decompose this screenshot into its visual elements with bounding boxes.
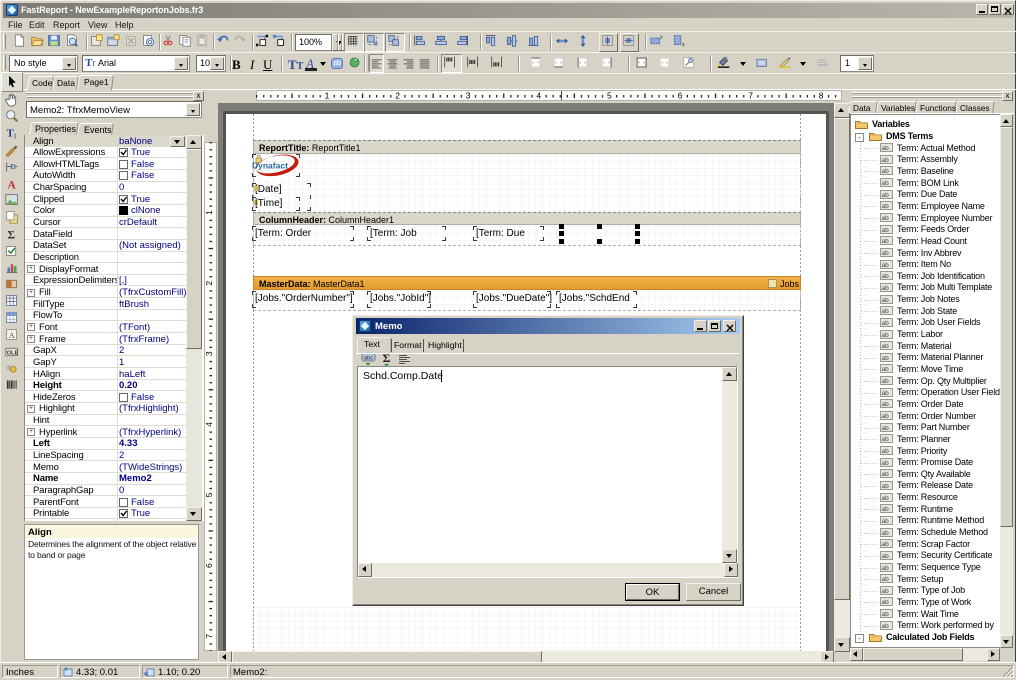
svg-text:ab: ab [882,203,890,210]
svg-text:ab: ab [882,320,890,327]
svg-text:ab: ab [882,145,890,152]
svg-text:4: 4 [536,91,541,101]
svg-text:ab: ab [882,250,890,257]
svg-text:ab: ab [882,285,890,292]
svg-text:1: 1 [204,210,214,215]
svg-text:ab: ab [882,541,890,548]
svg-text:I: I [14,132,16,141]
svg-text:ab: ab [882,530,890,537]
svg-text:6: 6 [678,91,683,101]
svg-text:ab: ab [882,436,890,443]
svg-text:ab: ab [882,355,890,362]
svg-text:ab: ab [882,401,890,408]
svg-text:ab: ab [882,215,890,222]
svg-text:ab: ab [882,180,890,187]
svg-text:ab: ab [882,332,890,339]
svg-text:A: A [9,331,15,340]
svg-text:ab: ab [882,157,890,164]
svg-text:ab: ab [882,262,890,269]
svg-text:ab: ab [882,308,890,315]
svg-text:ab: ab [882,576,890,583]
svg-text:ab: ab [882,483,890,490]
svg-text:5: 5 [204,492,214,497]
svg-text:OLE: OLE [7,350,19,356]
svg-text:5: 5 [607,91,612,101]
svg-text:ab: ab [882,425,890,432]
svg-text:6: 6 [204,563,214,568]
svg-text:abc: abc [364,356,373,362]
svg-text:ab: ab [882,460,890,467]
svg-text:8: 8 [819,91,824,101]
svg-text:ab: ab [882,518,890,525]
svg-text:T: T [7,128,14,140]
svg-text:7: 7 [748,91,753,101]
svg-text:ab: ab [882,623,890,630]
svg-text:3: 3 [204,351,214,356]
svg-text:ab: ab [882,168,890,175]
svg-text:ab: ab [882,238,890,245]
svg-text:ab: ab [882,227,890,234]
svg-text:ab: ab [882,413,890,420]
svg-text:ab: ab [882,448,890,455]
svg-text:ab: ab [882,273,890,280]
svg-text:7: 7 [204,634,214,639]
svg-text:ab: ab [882,506,890,513]
svg-text:ab: ab [882,192,890,199]
svg-text:ab: ab [882,366,890,373]
svg-text:ab: ab [882,611,890,618]
svg-text:ab: ab [882,378,890,385]
svg-text:ab: ab [882,471,890,478]
svg-text:ab: ab [882,297,890,304]
svg-text:3: 3 [466,91,471,101]
svg-text:4: 4 [204,422,214,427]
svg-text:ab: ab [882,565,890,572]
svg-text:ab: ab [882,553,890,560]
svg-text:Σ: Σ [7,230,15,241]
svg-text:ab: ab [882,599,890,606]
svg-text:ab: ab [882,495,890,502]
svg-text:ab: ab [882,588,890,595]
svg-text:1: 1 [325,91,330,101]
svg-text:2: 2 [395,91,400,101]
svg-text:ab: ab [882,390,890,397]
svg-text:ab: ab [882,343,890,350]
svg-text:A: A [7,179,16,190]
svg-text:2: 2 [204,281,214,286]
